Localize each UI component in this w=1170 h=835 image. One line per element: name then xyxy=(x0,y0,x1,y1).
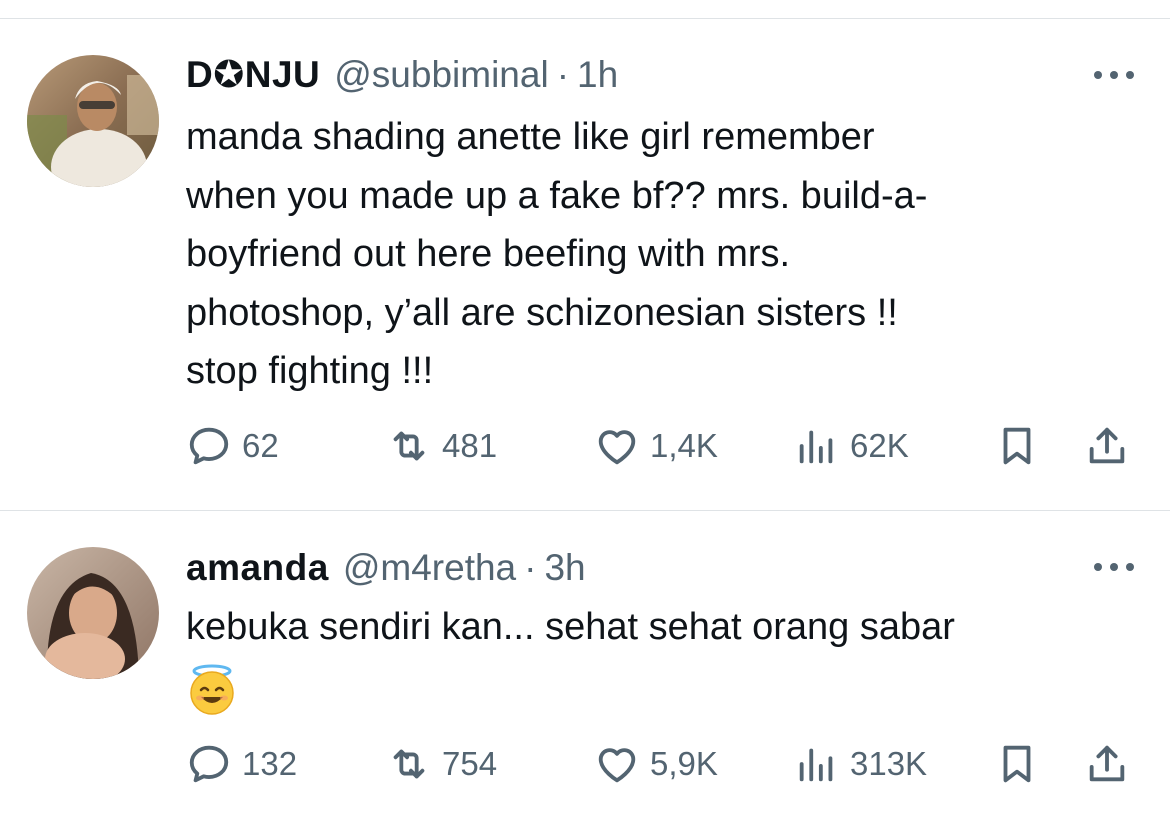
timestamp[interactable]: 1h xyxy=(577,53,618,97)
views-button[interactable]: 62K xyxy=(794,421,909,471)
reply-icon xyxy=(189,427,229,465)
reply-icon xyxy=(189,745,229,783)
retweet-count: 481 xyxy=(442,427,498,464)
retweet-icon xyxy=(393,749,425,779)
display-name[interactable]: D✪NJU xyxy=(186,53,320,97)
action-bar: 62 481 1,4K 62K xyxy=(186,421,1140,471)
views-icon xyxy=(799,430,833,464)
more-icon[interactable] xyxy=(1094,562,1134,572)
action-bar: 132 754 5,9K 313K xyxy=(186,739,1140,789)
views-count: 313K xyxy=(850,745,928,782)
reply-count: 62 xyxy=(242,427,279,464)
bookmark-icon xyxy=(1003,745,1031,783)
tweet-header: amanda @m4retha · 3h xyxy=(186,546,1130,590)
tweet-text-line: when you made up a fake bf?? mrs. build-… xyxy=(186,174,928,217)
views-button[interactable]: 313K xyxy=(794,739,927,789)
avatar[interactable] xyxy=(27,547,159,679)
retweet-button[interactable]: 481 xyxy=(386,421,497,471)
like-button[interactable]: 5,9K xyxy=(594,739,718,789)
views-count: 62K xyxy=(850,427,909,464)
reply-count: 132 xyxy=(242,745,298,782)
share-icon xyxy=(1089,745,1125,782)
like-button[interactable]: 1,4K xyxy=(594,421,718,471)
user-handle[interactable]: @subbiminal xyxy=(334,53,548,97)
retweet-button[interactable]: 754 xyxy=(386,739,497,789)
separator-dot: · xyxy=(524,547,537,588)
reply-button[interactable]: 62 xyxy=(186,421,279,471)
tweet-text-line: stop fighting !!! xyxy=(186,350,434,392)
tweet-feed: D✪NJU @subbiminal · 1h manda shading ane… xyxy=(0,0,1170,835)
bookmark-button[interactable] xyxy=(994,739,1040,789)
retweet-count: 754 xyxy=(442,745,498,782)
reply-button[interactable]: 132 xyxy=(186,739,297,789)
tweet-text-line: kebuka sendiri kan... sehat sehat orang … xyxy=(186,606,955,648)
separator-dot: · xyxy=(556,54,570,95)
tweet-text: kebuka sendiri kan... sehat sehat orang … xyxy=(186,598,1136,732)
timestamp[interactable]: 3h xyxy=(544,546,585,590)
tweet-header: D✪NJU @subbiminal · 1h xyxy=(186,53,1130,97)
share-button[interactable] xyxy=(1084,739,1130,789)
display-name[interactable]: amanda xyxy=(186,546,329,590)
avatar[interactable] xyxy=(27,55,159,187)
views-icon xyxy=(799,748,833,782)
more-icon[interactable] xyxy=(1094,70,1134,80)
smiling-face-with-halo-icon xyxy=(186,663,238,715)
tweet-text-line: boyfriend out here beefing with mrs. xyxy=(186,233,791,275)
like-count: 1,4K xyxy=(650,427,718,464)
tweet[interactable]: amanda @m4retha · 3h kebuka sendiri kan.… xyxy=(0,511,1170,835)
heart-icon xyxy=(598,430,636,465)
like-count: 5,9K xyxy=(650,745,718,782)
tweet-text: manda shading anette like girl remember … xyxy=(186,108,1136,401)
tweet[interactable]: D✪NJU @subbiminal · 1h manda shading ane… xyxy=(0,19,1170,510)
share-button[interactable] xyxy=(1084,421,1130,471)
user-handle[interactable]: @m4retha xyxy=(343,546,516,590)
tweet-text-line: manda shading anette like girl remember xyxy=(186,116,875,158)
bookmark-button[interactable] xyxy=(994,421,1040,471)
heart-icon xyxy=(598,748,636,783)
retweet-icon xyxy=(393,431,425,461)
bookmark-icon xyxy=(1003,427,1031,465)
tweet-text-line: photoshop, y’all are schizonesian sister… xyxy=(186,291,898,334)
share-icon xyxy=(1089,427,1125,464)
